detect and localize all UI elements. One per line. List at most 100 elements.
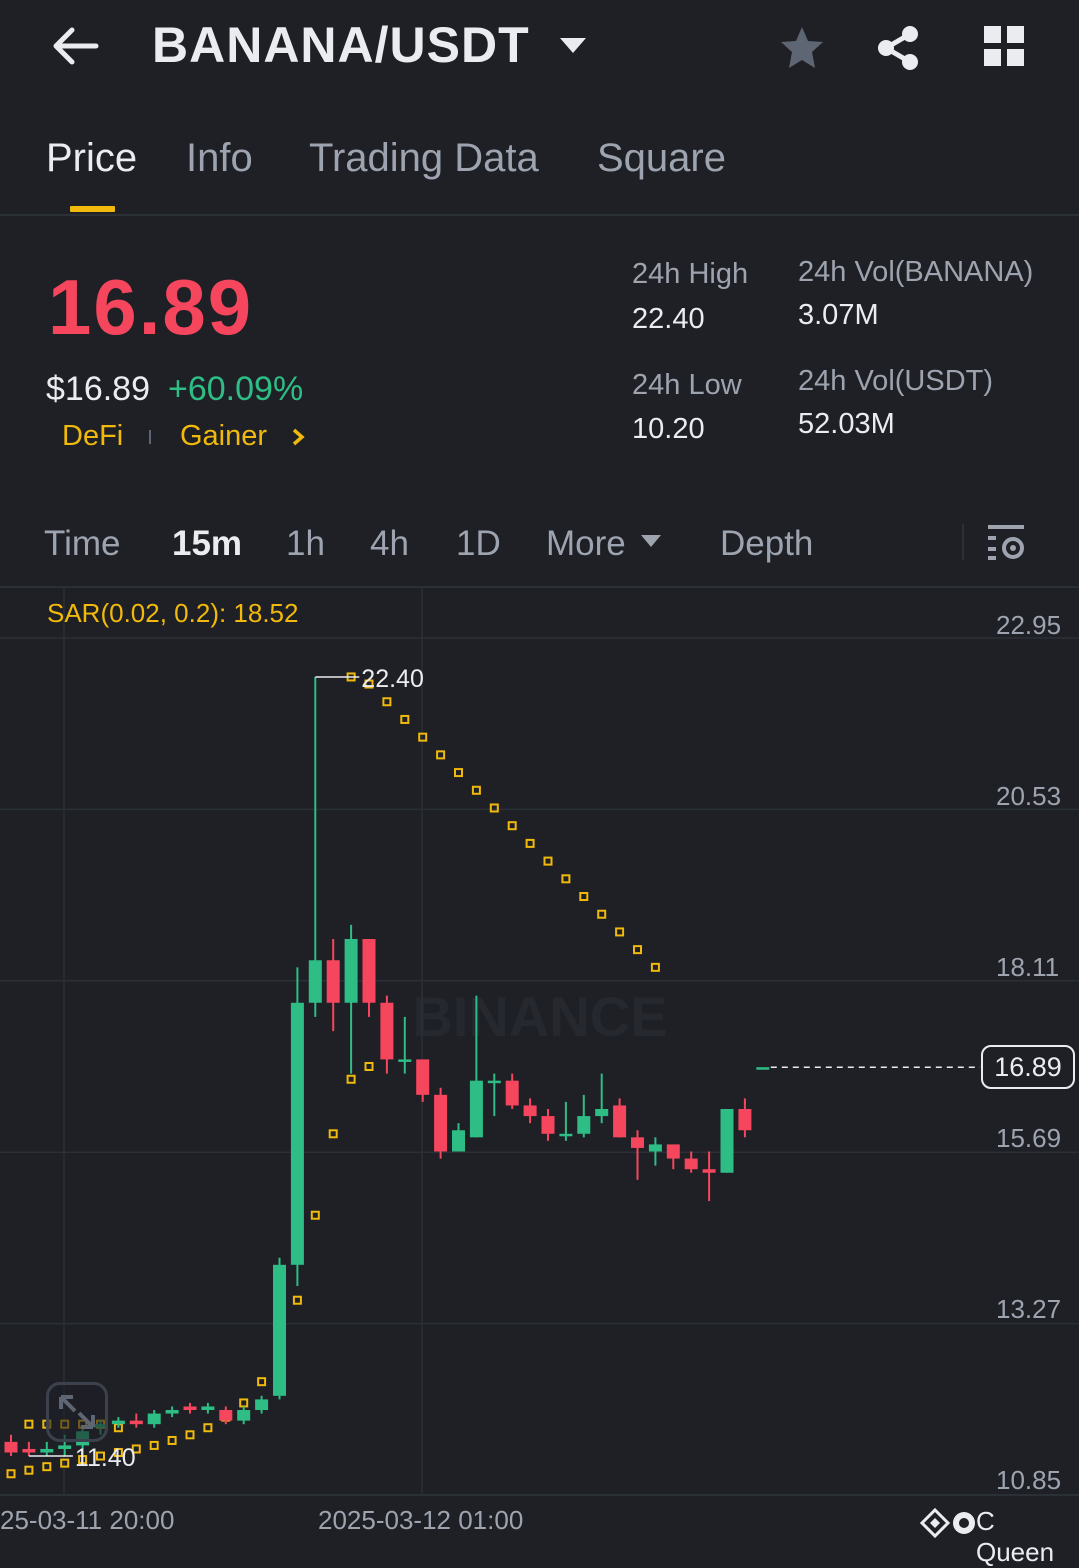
candle-body: [290, 1002, 304, 1265]
candle-body: [416, 1059, 430, 1095]
sar-indicator-label: SAR(0.02, 0.2): 18.52: [47, 598, 299, 628]
divider: [0, 214, 1079, 216]
candle-body: [487, 1080, 501, 1084]
sar-dot: [543, 856, 553, 866]
caret-down-icon[interactable]: [558, 36, 588, 56]
expand-icon: [59, 1395, 95, 1429]
tf-4h[interactable]: 4h: [370, 524, 409, 564]
sar-dot: [525, 838, 535, 848]
last-price: 16.89: [48, 263, 254, 351]
pair-title[interactable]: BANANA/USDT: [152, 16, 530, 74]
sar-dot: [597, 909, 607, 919]
tf-more[interactable]: More: [546, 524, 626, 564]
tab-info[interactable]: Info: [186, 136, 253, 181]
tf-depth[interactable]: Depth: [720, 524, 813, 564]
candle-body: [452, 1130, 465, 1152]
sar-dot: [257, 1377, 267, 1387]
candle-body: [147, 1413, 161, 1425]
high-label: 24h High: [632, 258, 749, 290]
candle-body: [666, 1144, 680, 1159]
vol-quote-value: 52.03M: [798, 408, 895, 440]
binance-logo-icon: [920, 1508, 950, 1538]
candle-body: [398, 1059, 412, 1062]
sar-dot: [507, 821, 517, 831]
sar-dot: [650, 962, 660, 972]
current-price-label: 16.89: [981, 1045, 1075, 1089]
candle-body: [111, 1420, 125, 1425]
sar-dot: [203, 1423, 213, 1433]
candle-body: [559, 1133, 573, 1137]
candle-body: [702, 1169, 716, 1173]
candle-body: [237, 1410, 251, 1421]
candle-body: [720, 1108, 734, 1173]
sar-dot: [346, 1074, 356, 1084]
candle-body: [434, 1094, 448, 1152]
candle-body: [326, 960, 340, 1003]
low-value: 10.20: [632, 413, 705, 445]
sar-dot: [615, 927, 625, 937]
sar-dot: [185, 1430, 195, 1440]
tf-1h[interactable]: 1h: [286, 524, 325, 564]
sar-dot: [167, 1435, 177, 1445]
sar-dot: [310, 1210, 320, 1220]
sar-dot: [42, 1462, 52, 1472]
y-tick: 13.27: [996, 1294, 1062, 1324]
candle-body: [40, 1448, 54, 1453]
tab-trading-data[interactable]: Trading Data: [309, 136, 539, 181]
tf-15m[interactable]: 15m: [172, 524, 242, 564]
sar-dot: [24, 1419, 34, 1429]
back-arrow-icon[interactable]: [50, 26, 100, 66]
more-caret-icon[interactable]: [640, 534, 662, 548]
tab-square[interactable]: Square: [597, 136, 726, 181]
price-change-percent: +60.09%: [168, 370, 304, 408]
sar-dot: [633, 945, 642, 955]
tf-time[interactable]: Time: [44, 524, 120, 564]
candle-body: [255, 1399, 269, 1411]
candle-body: [631, 1137, 644, 1148]
candle-body: [165, 1410, 179, 1414]
chart-settings-icon[interactable]: [986, 522, 1028, 562]
high-value: 22.40: [632, 303, 705, 335]
vol-base-label: 24h Vol(BANANA): [798, 256, 1034, 288]
candle-body: [541, 1116, 555, 1134]
star-icon[interactable]: [778, 24, 826, 72]
candle-body: [523, 1105, 537, 1117]
low-marker-label: 11.40: [75, 1444, 136, 1472]
candle-body: [684, 1158, 698, 1170]
candle-body: [577, 1116, 591, 1134]
candle-body: [738, 1108, 752, 1131]
candle-body: [308, 960, 322, 1003]
candle-body: [183, 1406, 197, 1411]
sar-dot: [292, 1295, 302, 1305]
tab-price[interactable]: Price: [46, 136, 137, 181]
sar-dot: [400, 714, 410, 724]
candle-body: [273, 1264, 286, 1396]
tag-gainer[interactable]: Gainer: [180, 420, 267, 453]
grid-icon[interactable]: [982, 24, 1026, 68]
sar-dot: [454, 768, 463, 778]
candlestick-chart[interactable]: BINANCE 22.40 11.40: [0, 588, 1079, 1545]
tf-1d[interactable]: 1D: [456, 524, 501, 564]
candle-body: [613, 1105, 627, 1138]
tag-defi[interactable]: DeFi: [62, 420, 123, 453]
sar-dot: [471, 785, 481, 795]
fullscreen-button[interactable]: [46, 1382, 108, 1442]
candle-body: [22, 1448, 36, 1453]
sar-dot: [364, 1062, 374, 1071]
sar-dot: [6, 1469, 16, 1479]
share-icon[interactable]: [874, 24, 922, 72]
sar-dot: [149, 1440, 159, 1450]
x-tick: 25-03-11 20:00: [0, 1505, 175, 1535]
y-tick: 22.95: [996, 610, 1062, 640]
candle-body: [648, 1144, 662, 1152]
vol-base-value: 3.07M: [798, 299, 879, 331]
watermark-user: C Queen: [976, 1506, 1055, 1567]
chevron-right-icon[interactable]: [290, 427, 306, 447]
sar-dot: [561, 874, 571, 884]
usd-price: $16.89: [46, 370, 150, 408]
candle-body: [362, 939, 376, 1003]
x-tick: 2025-03-12 01:00: [318, 1505, 524, 1535]
vol-quote-label: 24h Vol(USDT): [798, 365, 994, 397]
watermark: BINANCE: [412, 985, 667, 1048]
active-tab-indicator: [70, 206, 115, 212]
